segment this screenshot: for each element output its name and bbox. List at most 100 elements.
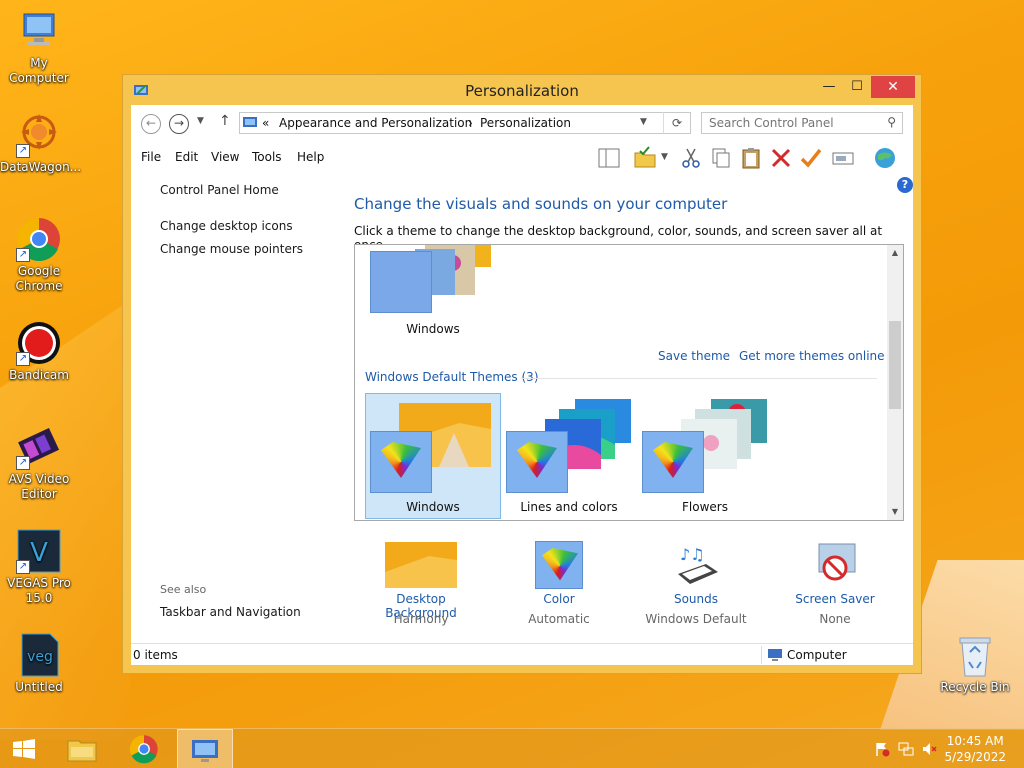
menu-tools[interactable]: Tools — [252, 150, 282, 164]
default-themes-header: Windows Default Themes (3) — [365, 370, 539, 384]
paste-icon[interactable] — [739, 146, 763, 170]
forward-button[interactable]: → — [169, 114, 189, 134]
theme-label-flowers[interactable]: Flowers — [637, 500, 773, 514]
search-input[interactable] — [702, 113, 872, 133]
shortcut-arrow-icon: ↗ — [16, 248, 30, 262]
breadcrumb-appearance[interactable]: Appearance and Personalization — [279, 116, 472, 130]
theme-label-my-windows[interactable]: Windows — [365, 322, 501, 336]
desktop-icon-label: VEGAS Pro 15.0 — [7, 576, 71, 605]
shortcut-arrow-icon: ↗ — [16, 352, 30, 366]
desktop-icon-label: AVS Video Editor — [8, 472, 70, 501]
control-panel-home-link[interactable]: Control Panel Home — [160, 183, 279, 197]
save-theme-link[interactable]: Save theme — [658, 349, 730, 363]
datawagon-icon: ↗ — [16, 112, 62, 158]
system-clock[interactable]: 10:45 AM 5/29/2022 — [944, 733, 1006, 765]
theme-label-windows[interactable]: Windows — [365, 500, 501, 514]
scroll-down-icon[interactable]: ▼ — [887, 504, 903, 520]
theme-label-lines-and-colors[interactable]: Lines and colors — [501, 500, 637, 514]
recycle-bin-icon — [952, 632, 998, 678]
desktop-icon-vegas-pro[interactable]: V ↗ VEGAS Pro 15.0 — [0, 528, 78, 606]
copy-icon[interactable] — [709, 146, 733, 170]
sounds-value: Windows Default — [645, 612, 747, 626]
get-more-themes-link[interactable]: Get more themes online — [739, 349, 885, 363]
desktop-icon-untitled[interactable]: veg Untitled — [0, 632, 78, 695]
help-icon[interactable]: ? — [897, 177, 913, 193]
screen-saver-label[interactable]: Screen Saver — [775, 592, 895, 606]
personalization-window: Personalization — ☐ ✕ ← → ▼ ↑ « Appearan… — [122, 74, 922, 674]
chrome-icon: ↗ — [16, 216, 62, 262]
network-icon[interactable] — [898, 741, 914, 757]
address-bar[interactable]: « Appearance and Personalization › Perso… — [239, 112, 691, 134]
desktop-background-value: Harmony — [393, 612, 449, 626]
menu-file[interactable]: File — [141, 150, 161, 164]
menu-help[interactable]: Help — [297, 150, 324, 164]
menu-edit[interactable]: Edit — [175, 150, 198, 164]
folder-dropdown-icon[interactable]: ▼ — [661, 152, 668, 162]
address-control-panel-icon — [243, 115, 257, 132]
scrollbar-thumb[interactable] — [889, 321, 901, 409]
menu-bar: File Edit View Tools Help ▼ — [131, 143, 913, 173]
theme-list-scrollbar[interactable]: ▲ ▼ — [887, 245, 903, 520]
desktop-icon-my-computer[interactable]: My Computer — [0, 8, 78, 86]
sounds-icon: ♪♫ — [672, 540, 722, 590]
color-value: Automatic — [528, 612, 590, 626]
desktop-background-icon — [385, 542, 457, 588]
desktop-icon-google-chrome[interactable]: ↗ Google Chrome — [0, 216, 78, 294]
menu-view[interactable]: View — [211, 150, 239, 164]
taskbar-navigation-link[interactable]: Taskbar and Navigation — [160, 605, 301, 619]
address-prefix[interactable]: « — [262, 116, 269, 130]
computer-icon — [16, 8, 62, 54]
maximize-button[interactable]: ☐ — [843, 76, 871, 98]
back-button[interactable]: ← — [141, 114, 161, 134]
recent-locations-dropdown[interactable]: ▼ — [197, 116, 204, 126]
close-button[interactable]: ✕ — [871, 76, 915, 98]
color-label[interactable]: Color — [499, 592, 619, 606]
search-icon[interactable]: ⚲ — [887, 115, 896, 129]
computer-small-icon — [767, 648, 783, 665]
folder-check-icon[interactable] — [633, 146, 657, 170]
globe-icon[interactable] — [873, 146, 897, 170]
svg-text:V: V — [30, 538, 48, 568]
breadcrumb-personalization[interactable]: Personalization — [480, 116, 571, 130]
desktop-icon-recycle-bin[interactable]: Recycle Bin — [936, 632, 1014, 695]
page-title: Change the visuals and sounds on your co… — [354, 195, 728, 213]
group-divider — [521, 378, 877, 379]
veg-file-icon: veg — [16, 632, 62, 678]
volume-muted-icon[interactable] — [922, 741, 938, 757]
properties-check-icon[interactable] — [799, 146, 823, 170]
rename-icon[interactable] — [831, 146, 855, 170]
layout-pane-icon[interactable] — [597, 146, 621, 170]
taskbar-control-panel[interactable] — [177, 729, 233, 768]
refresh-button[interactable]: ⟳ — [663, 112, 691, 134]
taskbar-chrome[interactable] — [117, 729, 171, 768]
change-mouse-pointers-link[interactable]: Change mouse pointers — [160, 242, 303, 256]
desktop-icon-label: Recycle Bin — [940, 680, 1010, 694]
change-desktop-icons-link[interactable]: Change desktop icons — [160, 219, 293, 233]
minimize-button[interactable]: — — [815, 76, 843, 98]
theme-color-swatch — [642, 431, 704, 493]
address-dropdown-icon[interactable]: ▼ — [640, 117, 647, 127]
taskbar-file-explorer[interactable] — [55, 729, 109, 768]
search-box[interactable]: ⚲ — [701, 112, 903, 134]
theme-list[interactable]: Windows Save theme Get more themes onlin… — [354, 244, 904, 521]
see-also-header: See also — [160, 583, 207, 596]
cut-icon[interactable] — [679, 146, 703, 170]
scroll-up-icon[interactable]: ▲ — [887, 245, 903, 261]
bandicam-icon: ↗ — [16, 320, 62, 366]
desktop-icon-datawagon[interactable]: ↗ DataWagon... — [0, 112, 82, 175]
up-button[interactable]: ↑ — [219, 113, 231, 129]
color-fan-icon — [517, 442, 557, 478]
title-bar[interactable]: Personalization — ☐ ✕ — [123, 75, 921, 105]
desktop-icon-label: DataWagon... — [0, 160, 82, 174]
sounds-label[interactable]: Sounds — [636, 592, 756, 606]
desktop-icon-bandicam[interactable]: ↗ Bandicam — [0, 320, 78, 383]
desktop-icon-label: Untitled — [15, 680, 63, 694]
screen-saver-value: None — [819, 612, 851, 626]
breadcrumb-separator[interactable]: › — [468, 116, 473, 130]
action-center-flag-icon[interactable] — [874, 741, 890, 757]
start-button[interactable] — [0, 729, 50, 768]
desktop-icon-label: My Computer — [9, 56, 69, 85]
shortcut-arrow-icon: ↗ — [16, 560, 30, 574]
delete-icon[interactable] — [769, 146, 793, 170]
desktop-icon-avs-video-editor[interactable]: ↗ AVS Video Editor — [0, 424, 78, 502]
